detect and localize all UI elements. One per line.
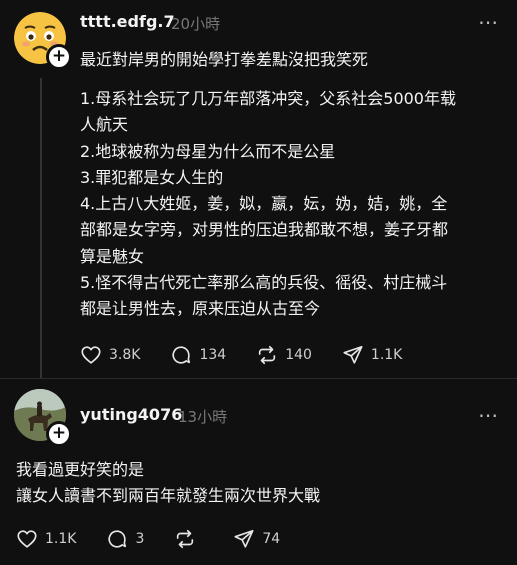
- avatar-wrap[interactable]: +: [14, 12, 72, 70]
- post-2: + yuting4076 13小時 ⋯ 我看過更好笑的是 讓女人讀書不到兩百年就…: [0, 385, 517, 565]
- share-button[interactable]: 1.1K: [342, 344, 402, 366]
- like-count: 3.8K: [109, 347, 141, 363]
- share-count: 1.1K: [370, 347, 403, 363]
- like-count: 1.1K: [45, 531, 77, 547]
- more-options-icon[interactable]: ⋯: [478, 403, 499, 427]
- follow-plus-icon[interactable]: +: [46, 44, 72, 70]
- comment-count: 134: [199, 347, 227, 363]
- like-button[interactable]: 1.1K: [16, 528, 76, 550]
- post-title: 最近對岸男的開始學打拳差點沒把我笑死: [80, 50, 369, 69]
- repost-icon: [177, 529, 194, 549]
- repost-icon: [259, 345, 276, 365]
- post-body: 1.母系社会玩了几万年部落冲突，父系社会5000年载 人航天 2.地球被称为母星…: [80, 89, 456, 319]
- share-button[interactable]: 74: [233, 528, 280, 550]
- follow-plus-icon[interactable]: +: [46, 421, 72, 447]
- avatar-wrap[interactable]: +: [14, 389, 72, 447]
- repost-count: 140: [285, 347, 312, 363]
- thread-line: [40, 78, 42, 378]
- timestamp: 20小時: [171, 15, 221, 33]
- action-bar: 1.1K 3 74: [16, 528, 310, 550]
- username[interactable]: tttt.edfg.7: [80, 12, 175, 31]
- username[interactable]: yuting4076: [80, 405, 182, 424]
- comment-bubble-icon: [108, 530, 127, 548]
- post-divider: [0, 378, 517, 379]
- like-button[interactable]: 3.8K: [80, 344, 140, 366]
- repost-button[interactable]: [174, 528, 203, 550]
- comment-button[interactable]: 3: [106, 528, 144, 550]
- post-1: + tttt.edfg.7 20小時 ⋯ 最近對岸男的開始學打拳差點沒把我笑死 …: [0, 0, 517, 385]
- reply-body: 我看過更好笑的是 讓女人讀書不到兩百年就發生兩次世界大戰: [16, 460, 321, 505]
- action-bar: 3.8K 134 140 1.1K: [80, 344, 432, 366]
- timestamp: 13小時: [178, 408, 228, 426]
- send-paper-plane-icon: [343, 345, 363, 364]
- comment-count: 3: [135, 531, 145, 547]
- comment-button[interactable]: 134: [170, 344, 226, 366]
- more-options-icon[interactable]: ⋯: [478, 10, 499, 34]
- heart-icon: [81, 346, 101, 364]
- heart-icon: [17, 530, 37, 548]
- share-count: 74: [262, 531, 281, 547]
- repost-button[interactable]: 140: [256, 344, 312, 366]
- comment-bubble-icon: [172, 346, 191, 364]
- send-paper-plane-icon: [234, 529, 254, 548]
